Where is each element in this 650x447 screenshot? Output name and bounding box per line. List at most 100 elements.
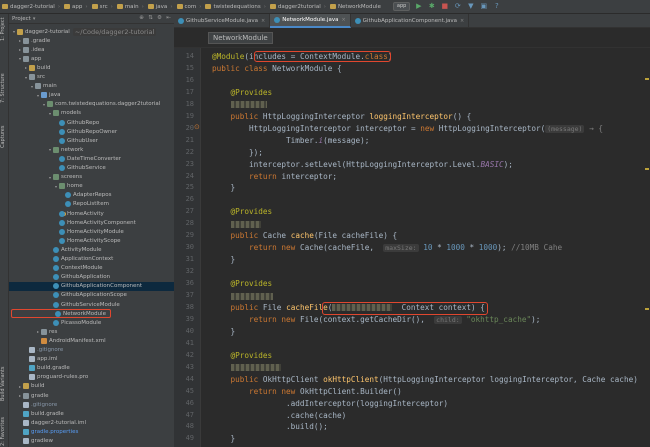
- breadcrumb-item[interactable]: main ›: [116, 4, 144, 10]
- tree-item[interactable]: ▾ home: [9, 182, 174, 191]
- tree-item[interactable]: GithubApplicationScope: [9, 291, 174, 300]
- breadcrumb-item[interactable]: src ›: [91, 4, 113, 10]
- tree-item[interactable]: NetworkModule: [11, 309, 111, 319]
- tree-item[interactable]: ▸ gradle: [9, 391, 174, 400]
- tree-item[interactable]: ▾ screens: [9, 173, 174, 182]
- tool-tab[interactable]: Build Variants: [0, 364, 9, 404]
- tree-item[interactable]: HomeActivityModule: [9, 227, 174, 236]
- tree-item-label: GithubApplicationComponent: [61, 283, 143, 290]
- tree-item[interactable]: ▾ java: [9, 91, 174, 100]
- collapse-icon[interactable]: ⇅: [147, 15, 154, 22]
- tree-item[interactable]: ▸ build: [9, 382, 174, 391]
- tree-item-label: proguard-rules.pro: [37, 374, 89, 381]
- tree-item-label: build: [31, 383, 45, 390]
- tree-item[interactable]: build.gradle: [9, 364, 174, 373]
- left-tool-strip: 1: Project 7: Structure Captures Build Vari…: [0, 14, 9, 447]
- tree-item[interactable]: ContextModule: [9, 264, 174, 273]
- chevron-down-icon[interactable]: ▾: [33, 16, 36, 22]
- sdk-icon[interactable]: ▼: [466, 2, 475, 11]
- run-config-select[interactable]: app: [392, 2, 411, 11]
- tree-item[interactable]: ▸ .idea: [9, 45, 174, 54]
- highlight-module-annotation: [254, 51, 391, 62]
- tree-item[interactable]: AdapterRepos: [9, 191, 174, 200]
- tree-item[interactable]: ActivityModule: [9, 245, 174, 254]
- code-line: .build();: [212, 421, 328, 432]
- hide-icon[interactable]: ⇤: [165, 15, 172, 22]
- run-icon[interactable]: ▶: [414, 2, 423, 11]
- tool-tab[interactable]: 2: Favorites: [0, 416, 9, 446]
- project-panel-title[interactable]: Project: [12, 16, 31, 22]
- stop-icon[interactable]: ■: [440, 2, 449, 11]
- tree-item-label: ApplicationContext: [61, 256, 114, 262]
- tree-item[interactable]: ▾ src: [9, 73, 174, 82]
- close-icon[interactable]: ×: [460, 18, 464, 24]
- breadcrumb-item[interactable]: java ›: [147, 4, 173, 10]
- file-icon: [23, 438, 29, 444]
- tree-item[interactable]: GithubServiceModule: [9, 300, 174, 309]
- tool-tab[interactable]: Captures: [0, 122, 9, 152]
- breadcrumb-item[interactable]: dagger2-tutorial ›: [2, 4, 60, 10]
- tree-item[interactable]: RepoListItem: [9, 200, 174, 209]
- tree-item[interactable]: proguard-rules.pro: [9, 373, 174, 382]
- tool-tab[interactable]: 7: Structure: [0, 70, 9, 106]
- editor-tab[interactable]: NetworkModule.java ×: [270, 14, 351, 28]
- close-icon[interactable]: ×: [341, 17, 345, 23]
- tree-item[interactable]: GithubUser: [9, 136, 174, 145]
- tree-item[interactable]: PicassoModule: [9, 318, 174, 327]
- code-editor[interactable]: 14 15 16 17 18 19 20 21 22 23 24 25 26 27 28 29 30 31 32 36…: [174, 48, 650, 447]
- tree-item[interactable]: .gitignore: [9, 346, 174, 355]
- tree-item[interactable]: GithubService: [9, 164, 174, 173]
- breadcrumb-item[interactable]: NetworkModule: [329, 4, 381, 10]
- tree-item[interactable]: HomeActivity: [9, 209, 174, 218]
- tree-item[interactable]: HomeActivityScope: [9, 236, 174, 245]
- breadcrumb-item[interactable]: com ›: [176, 4, 201, 10]
- tree-item[interactable]: ▾ dagger2-tutorial ~/Code/dagger2-tutorial: [9, 27, 174, 36]
- tree-item[interactable]: ApplicationContext: [9, 255, 174, 264]
- locate-icon[interactable]: ⊕: [138, 15, 145, 22]
- tree-item[interactable]: ▾ main: [9, 82, 174, 91]
- tree-item[interactable]: gradlew: [9, 437, 174, 446]
- tree-item[interactable]: app.iml: [9, 355, 174, 364]
- breadcrumb-item[interactable]: dagger2tutorial ›: [269, 4, 326, 10]
- editor-tab[interactable]: GithubServiceModule.java ×: [174, 14, 271, 28]
- tree-item[interactable]: ▾ com.twistedequations.dagger2tutorial: [9, 100, 174, 109]
- tree-item[interactable]: ▾ app: [9, 54, 174, 63]
- tree-item[interactable]: gradle.properties: [9, 427, 174, 436]
- tree-item[interactable]: dagger2-tutorial.iml: [9, 418, 174, 427]
- tree-item[interactable]: GithubRepo: [9, 118, 174, 127]
- close-icon[interactable]: ×: [261, 18, 265, 24]
- tree-item[interactable]: GithubApplicationComponent: [9, 281, 174, 291]
- help-icon[interactable]: ?: [492, 2, 501, 11]
- tree-item[interactable]: .gitignore: [9, 400, 174, 409]
- gear-icon[interactable]: ⚙: [156, 15, 163, 22]
- tree-item[interactable]: ▸ build: [9, 63, 174, 72]
- tree-item[interactable]: ▾ models: [9, 109, 174, 118]
- class-icon: [59, 155, 65, 162]
- editor-scrollbar[interactable]: [643, 48, 650, 447]
- tree-item[interactable]: GithubRepoOwner: [9, 127, 174, 136]
- editor-tab-label: GithubServiceModule.java: [186, 18, 259, 24]
- folder-icon: [17, 28, 23, 35]
- tree-item[interactable]: AndroidManifest.xml: [9, 336, 174, 345]
- tree-item[interactable]: HomeActivityComponent: [9, 218, 174, 227]
- tree-item[interactable]: DateTimeConverter: [9, 154, 174, 163]
- code-line: });: [212, 147, 263, 158]
- avd-icon[interactable]: ▣: [479, 2, 488, 11]
- tree-item[interactable]: GithubApplication: [9, 273, 174, 282]
- tree-item[interactable]: ▸ .gradle: [9, 36, 174, 45]
- code-token: okHttpClient: [323, 374, 379, 384]
- editor-tab[interactable]: GithubApplicationComponent.java ×: [351, 14, 470, 28]
- breadcrumb-network-module[interactable]: NetworkModule: [208, 31, 273, 44]
- breadcrumb-item[interactable]: app ›: [64, 4, 88, 10]
- tree-item-label: .gradle: [31, 37, 51, 44]
- highlight-cachefile-params: [322, 302, 488, 315]
- breadcrumb-item[interactable]: twistedequations ›: [205, 4, 266, 10]
- tree-item[interactable]: ▸ res: [9, 327, 174, 336]
- sync-icon[interactable]: ⟳: [453, 2, 462, 11]
- tree-item[interactable]: ▾ network: [9, 145, 174, 154]
- debug-icon[interactable]: ✱: [427, 2, 436, 11]
- implementation-marker-icon[interactable]: ⊙: [194, 123, 200, 131]
- tree-item[interactable]: build.gradle: [9, 409, 174, 418]
- tool-tab[interactable]: 1: Project: [0, 14, 9, 44]
